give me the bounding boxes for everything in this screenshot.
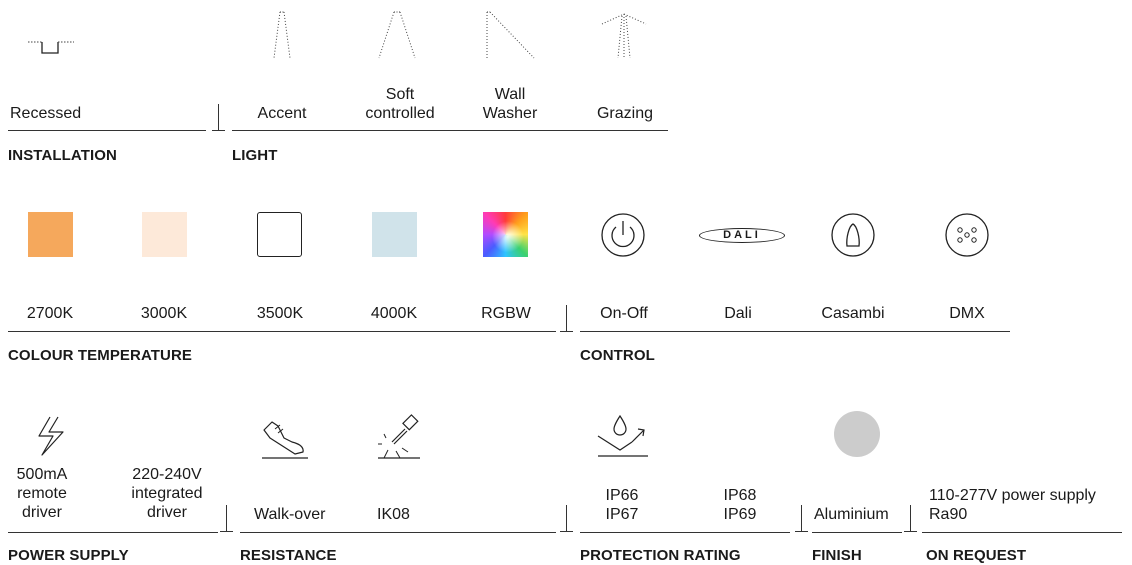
- control-item-on-off: On-Off: [600, 305, 648, 322]
- light-item-accent: Accent: [257, 105, 307, 122]
- on-request-header: ON REQUEST: [926, 547, 1027, 564]
- power-supply-item-remote-driver: 500mA remote driver: [16, 466, 68, 521]
- light-header: LIGHT: [232, 147, 278, 164]
- hammer-impact-icon: [378, 414, 420, 459]
- recessed-icon: [28, 41, 74, 54]
- finish-rule: [812, 532, 902, 533]
- colour-temp-3000k: 3000K: [140, 305, 188, 322]
- colour-temp-4000k: 4000K: [370, 305, 418, 322]
- light-item-grazing: Grazing: [596, 105, 654, 122]
- water-drop-icon: [597, 414, 648, 457]
- light-item-wall-washer: Wall Washer: [482, 86, 538, 122]
- light-rule: [232, 130, 668, 131]
- colour-temp-2700k: 2700K: [26, 305, 74, 322]
- swatch-2700k: [28, 212, 73, 257]
- resistance-item-walk-over: Walk-over: [254, 506, 326, 523]
- power-icon: [601, 213, 645, 257]
- on-request-rule: [922, 532, 1122, 533]
- accent-beam-icon: [273, 11, 291, 59]
- swatch-3500k: [257, 212, 302, 257]
- protection-item-ip66-ip67: IP66 IP67: [605, 487, 639, 523]
- power-supply-rule: [8, 532, 218, 533]
- light-item-soft-controlled: Soft controlled: [365, 86, 435, 122]
- installation-item-recessed: Recessed: [10, 105, 82, 122]
- swatch-4000k: [372, 212, 417, 257]
- control-header: CONTROL: [580, 347, 655, 364]
- on-request-item: 110-277V power supply Ra90: [929, 487, 1096, 523]
- swatch-3000k: [142, 212, 187, 257]
- control-item-dmx: DMX: [949, 305, 985, 322]
- dmx-connector-icon: [945, 213, 989, 257]
- wall-washer-icon: [486, 11, 535, 59]
- finish-item-aluminium: Aluminium: [814, 506, 889, 523]
- installation-rule: [8, 130, 206, 131]
- protection-rating-header: PROTECTION RATING: [580, 547, 741, 564]
- lightning-icon: [38, 416, 64, 456]
- colour-temp-rgbw: RGBW: [481, 305, 531, 322]
- protection-rule: [580, 532, 790, 533]
- control-item-casambi: Casambi: [821, 305, 885, 322]
- casambi-icon: [831, 213, 875, 257]
- resistance-rule: [240, 532, 556, 533]
- protection-item-ip68-ip69: IP68 IP69: [723, 487, 757, 523]
- aluminium-swatch: [834, 411, 880, 457]
- installation-header: INSTALLATION: [8, 147, 117, 164]
- colour-temperature-rule: [8, 331, 556, 332]
- control-rule: [580, 331, 1010, 332]
- soft-beam-icon: [378, 11, 416, 59]
- grazing-icon: [601, 13, 647, 59]
- control-item-dali: Dali: [724, 305, 752, 322]
- power-supply-item-integrated-driver: 220-240V integrated driver: [131, 466, 203, 521]
- resistance-header: RESISTANCE: [240, 547, 337, 564]
- resistance-item-ik08: IK08: [377, 506, 410, 523]
- swatch-rgbw: [483, 212, 528, 257]
- power-supply-header: POWER SUPPLY: [8, 547, 129, 564]
- shoe-icon: [262, 421, 308, 459]
- colour-temperature-header: COLOUR TEMPERATURE: [8, 347, 193, 364]
- dali-icon-text: DALI: [723, 229, 761, 241]
- finish-header: FINISH: [812, 547, 862, 564]
- colour-temp-3500k: 3500K: [256, 305, 304, 322]
- dali-icon: DALI: [699, 228, 785, 243]
